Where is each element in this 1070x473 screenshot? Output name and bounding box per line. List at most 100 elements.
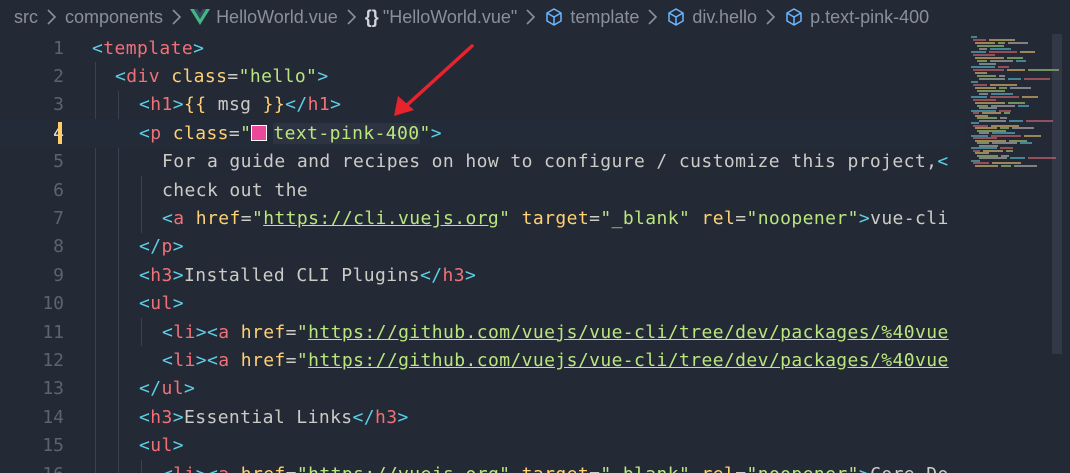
minimap-mark (999, 87, 1007, 89)
line-number: 10 (42, 293, 64, 315)
braces-icon: {} (364, 6, 379, 27)
breadcrumb-item-components[interactable]: components (65, 7, 163, 28)
minimap-mark (975, 72, 987, 74)
minimap-mark (1010, 157, 1025, 159)
code-line-current[interactable]: 4 <p class="text-pink-400"> (0, 119, 965, 148)
minimap-mark (998, 66, 1009, 68)
minimap-mark (979, 78, 1005, 80)
minimap-mark (971, 66, 995, 68)
line-number: 14 (42, 406, 64, 428)
code-content: < ul > (139, 293, 184, 315)
code-line[interactable]: 11 < li > < a href = " https://github.com/vuejs… (0, 318, 965, 346)
code-line[interactable]: 7 < a href = " https://cli.vuejs.org " target… (0, 204, 965, 232)
minimap-mark (979, 63, 996, 65)
line-number: 13 (42, 378, 64, 400)
line-number: 6 (53, 179, 64, 201)
minimap-mark (1004, 112, 1010, 114)
line-number: 16 (0, 464, 64, 473)
code-content: < h3 > Essential Links </h3 > (139, 406, 409, 428)
breadcrumb-item-file[interactable]: HelloWorld.vue (190, 7, 338, 28)
chevron-right-icon (346, 9, 357, 25)
code-line[interactable]: 16 <li><a href="https://vuejs.org" targe… (0, 460, 965, 473)
minimap-mark (1022, 96, 1038, 98)
color-swatch-pink[interactable] (251, 125, 268, 142)
minimap-mark (991, 93, 1013, 95)
minimap-mark (1024, 78, 1050, 80)
breadcrumb-item-src[interactable]: src (14, 7, 38, 28)
minimap-mark (1009, 119, 1023, 122)
minimap-mark (971, 36, 977, 38)
minimap-mark (989, 39, 1015, 41)
code-content: < li > < a href = " https://github.com/vuejs/vu… (162, 350, 949, 372)
minimap-mark (990, 96, 1019, 98)
link-url: https://github.com/vuejs/vue-cli/tree/de… (308, 350, 949, 372)
line-number: 8 (53, 236, 64, 258)
minimap-mark (979, 157, 1007, 159)
minimap-mark (999, 75, 1005, 77)
line-number: 11 (42, 321, 64, 343)
line-number: 15 (42, 435, 64, 457)
minimap-mark (975, 164, 998, 167)
minimap-mark (979, 93, 988, 95)
chevron-right-icon (525, 9, 536, 25)
minimap-mark (977, 90, 1005, 92)
minimap-mark (977, 45, 1004, 47)
code-line[interactable]: 1 < template > (0, 34, 965, 62)
minimap-mark (1026, 119, 1053, 122)
code-line[interactable]: 10 < ul > (0, 290, 965, 318)
code-content: <li><a href="https://vuejs.org" target="… (162, 460, 949, 473)
minimap-mark (1007, 57, 1023, 59)
code-content: < h1 >{{ msg }} </h1 > (139, 94, 342, 116)
cube-icon (784, 7, 804, 27)
minimap-mark (971, 51, 986, 53)
breadcrumb-item-p-text-pink[interactable]: p.text-pink-400 (784, 7, 929, 28)
code-line[interactable]: 9 < h3 > Installed CLI Plugins </h3 > (0, 261, 965, 289)
code-content: < ul > (139, 435, 184, 457)
minimap-mark (975, 57, 1004, 59)
vue-logo-icon (190, 8, 211, 26)
modified-indicator (58, 122, 62, 145)
minimap-mark (1001, 164, 1011, 167)
code-content: < div class = "hello" > (115, 66, 329, 88)
code-content: < p class = " text-pink-400 " > (139, 122, 443, 144)
minimap-mark (989, 51, 1017, 53)
minimap-mark (1020, 51, 1035, 53)
code-content: < li > < a href = " https://github.com/vuejs/vu… (162, 321, 949, 343)
code-line[interactable]: 13 </ul > (0, 375, 965, 403)
minimap-mark (1006, 149, 1013, 152)
minimap-mark (1024, 134, 1041, 137)
line-number: 2 (53, 66, 64, 88)
minimap-mark (1008, 78, 1021, 80)
link-url: https://github.com/vuejs/vue-cli/tree/de… (308, 321, 949, 343)
link-url: https://cli.vuejs.org (263, 208, 500, 230)
code-content: </ul > (139, 378, 196, 400)
minimap-mark (975, 42, 995, 44)
minimap-mark (1012, 127, 1034, 129)
line-number: 9 (53, 264, 64, 286)
minimap-mark (1010, 87, 1031, 89)
minimap-mark (1007, 69, 1025, 71)
breadcrumb-item-div-hello[interactable]: div.hello (666, 7, 757, 28)
line-number: 7 (53, 208, 64, 230)
breadcrumb-item-object[interactable]: {} "HelloWorld.vue" (365, 7, 518, 28)
code-line[interactable]: 2 < div class = "hello" > (0, 62, 965, 90)
breadcrumb-item-template[interactable]: template (544, 7, 639, 28)
minimap-mark (973, 69, 1004, 71)
code-line[interactable]: 8 </p > (0, 233, 965, 261)
code-line[interactable]: 6 check out the (0, 176, 965, 204)
code-content: check out the (162, 179, 309, 201)
class-value: text-pink-400 (273, 122, 420, 144)
code-line[interactable]: 5 For a guide and recipes on how to conf… (0, 148, 965, 176)
minimap-mark (973, 54, 995, 56)
code-content: < template > (92, 37, 205, 59)
minimap-mark (1020, 142, 1032, 144)
code-line[interactable]: 15 < ul > (0, 432, 965, 460)
minimap-mark (1008, 42, 1028, 44)
code-line[interactable]: 12 < li > < a href = " https://github.com/vuejs… (0, 346, 965, 374)
minimap-slider[interactable] (1052, 34, 1062, 354)
line-number: 5 (53, 151, 64, 173)
minimap-mark (971, 96, 987, 98)
code-line[interactable]: 3 < h1 >{{ msg }} </h1 > (0, 91, 965, 119)
code-editor[interactable]: 1 < template > 2 < div class = "hello" > 3 < h1… (0, 34, 965, 473)
code-line[interactable]: 14 < h3 > Essential Links </h3 > (0, 403, 965, 431)
